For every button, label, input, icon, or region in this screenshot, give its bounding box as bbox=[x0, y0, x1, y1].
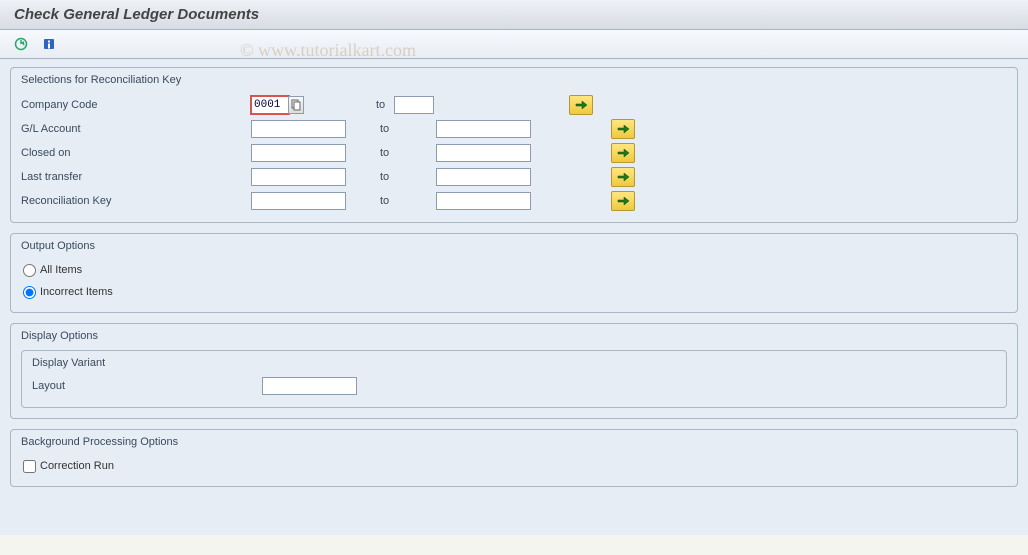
selection-row-gl-account: G/L Account to bbox=[21, 118, 1007, 140]
company-code-from-input[interactable] bbox=[251, 96, 289, 114]
incorrect-items-radio[interactable] bbox=[23, 286, 36, 299]
reconciliation-key-from-input[interactable] bbox=[251, 192, 346, 210]
info-button[interactable] bbox=[38, 34, 60, 54]
label-company-code: Company Code bbox=[21, 99, 251, 111]
gl-account-to-input[interactable] bbox=[436, 120, 531, 138]
layout-label: Layout bbox=[32, 380, 262, 392]
arrow-right-icon bbox=[617, 148, 629, 158]
f4-icon bbox=[291, 99, 301, 111]
to-label: to bbox=[346, 147, 436, 159]
layout-input[interactable] bbox=[262, 377, 357, 395]
background-processing-title: Background Processing Options bbox=[21, 434, 1007, 454]
label-closed-on: Closed on bbox=[21, 147, 251, 159]
toolbar bbox=[0, 30, 1028, 59]
arrow-right-icon bbox=[617, 124, 629, 134]
arrow-right-icon bbox=[617, 172, 629, 182]
to-label: to bbox=[346, 123, 436, 135]
f4-help-button[interactable] bbox=[288, 96, 304, 114]
selections-group: Selections for Reconciliation Key Compan… bbox=[10, 67, 1018, 223]
all-items-radio[interactable] bbox=[23, 264, 36, 277]
display-variant-title: Display Variant bbox=[32, 355, 996, 373]
page-title: Check General Ledger Documents bbox=[0, 0, 1028, 30]
multiple-selection-button[interactable] bbox=[611, 191, 635, 211]
selection-row-last-transfer: Last transfer to bbox=[21, 166, 1007, 188]
arrow-right-icon bbox=[575, 100, 587, 110]
selection-row-reconciliation-key: Reconciliation Key to bbox=[21, 190, 1007, 212]
correction-run-label: Correction Run bbox=[40, 460, 114, 472]
to-label: to bbox=[346, 195, 436, 207]
execute-icon bbox=[14, 37, 28, 51]
output-options-title: Output Options bbox=[21, 238, 1007, 258]
output-options-group: Output Options All Items Incorrect Items bbox=[10, 233, 1018, 313]
last-transfer-to-input[interactable] bbox=[436, 168, 531, 186]
last-transfer-from-input[interactable] bbox=[251, 168, 346, 186]
multiple-selection-button[interactable] bbox=[611, 143, 635, 163]
label-last-transfer: Last transfer bbox=[21, 171, 251, 183]
correction-run-checkbox[interactable] bbox=[23, 460, 36, 473]
multiple-selection-button[interactable] bbox=[611, 119, 635, 139]
selection-row-company-code: Company Code to bbox=[21, 94, 1007, 116]
selections-title: Selections for Reconciliation Key bbox=[21, 72, 1007, 92]
execute-button[interactable] bbox=[10, 34, 32, 54]
info-icon bbox=[42, 37, 56, 51]
multiple-selection-button[interactable] bbox=[569, 95, 593, 115]
multiple-selection-button[interactable] bbox=[611, 167, 635, 187]
arrow-right-icon bbox=[617, 196, 629, 206]
display-options-title: Display Options bbox=[21, 328, 1007, 348]
all-items-label: All Items bbox=[40, 264, 82, 276]
display-variant-group: Display Variant Layout bbox=[21, 350, 1007, 408]
to-label: to bbox=[346, 171, 436, 183]
reconciliation-key-to-input[interactable] bbox=[436, 192, 531, 210]
closed-on-from-input[interactable] bbox=[251, 144, 346, 162]
label-reconciliation-key: Reconciliation Key bbox=[21, 195, 251, 207]
closed-on-to-input[interactable] bbox=[436, 144, 531, 162]
to-label: to bbox=[304, 99, 394, 111]
content: Selections for Reconciliation Key Compan… bbox=[0, 59, 1028, 535]
display-options-group: Display Options Display Variant Layout bbox=[10, 323, 1018, 419]
company-code-to-input[interactable] bbox=[394, 96, 434, 114]
selection-row-closed-on: Closed on to bbox=[21, 142, 1007, 164]
background-processing-group: Background Processing Options Correction… bbox=[10, 429, 1018, 487]
gl-account-from-input[interactable] bbox=[251, 120, 346, 138]
label-gl-account: G/L Account bbox=[21, 123, 251, 135]
incorrect-items-label: Incorrect Items bbox=[40, 286, 113, 298]
